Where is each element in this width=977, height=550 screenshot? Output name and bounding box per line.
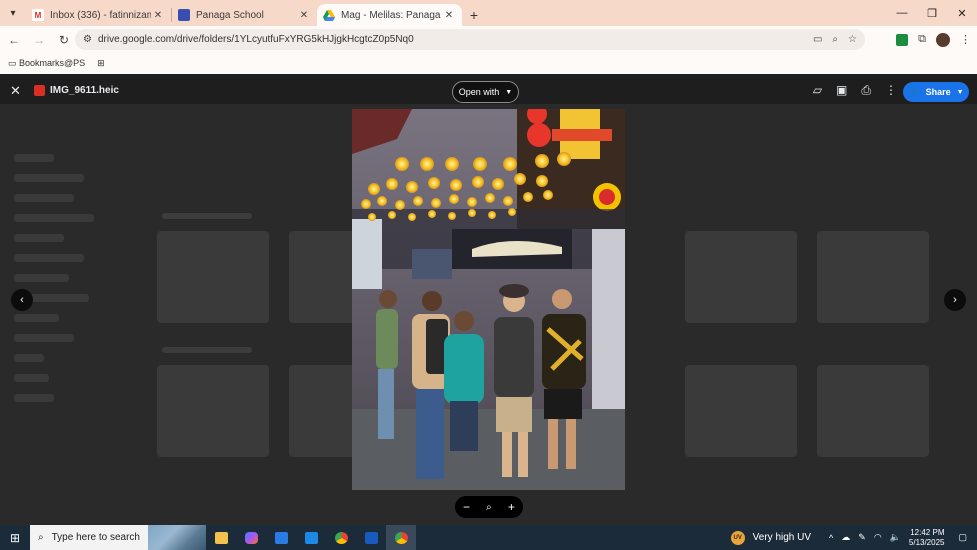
- close-tab-icon[interactable]: ✕: [151, 10, 165, 21]
- add-to-folder-icon[interactable]: ▱: [813, 83, 822, 98]
- more-actions-icon[interactable]: ⋮: [885, 83, 897, 98]
- tab-search-icon[interactable]: ▾: [0, 0, 26, 26]
- dimmed-thumbnail: [817, 365, 929, 457]
- file-name: IMG_9611.heic: [50, 85, 119, 96]
- show-hidden-icons-icon[interactable]: ^: [829, 533, 833, 543]
- bookmark-star-icon[interactable]: ☆: [848, 34, 857, 45]
- wifi-icon[interactable]: ◠: [874, 532, 882, 543]
- bookmark-label: Bookmarks@PS: [19, 58, 86, 68]
- tab-drive[interactable]: Mag - Melilas: Panaga Middle ✕: [317, 4, 462, 26]
- share-label: Share: [925, 87, 951, 97]
- dimmed-thumbnail: [685, 365, 797, 457]
- chevron-down-icon[interactable]: ▼: [957, 89, 964, 96]
- tab-panaga-school[interactable]: Panaga School ✕: [172, 4, 317, 26]
- weather-label[interactable]: Very high UV: [753, 532, 811, 543]
- url-text[interactable]: drive.google.com/drive/folders/1YLcyutfu…: [98, 34, 414, 45]
- back-icon[interactable]: ←: [3, 29, 25, 51]
- microsoft-store-icon[interactable]: [266, 525, 296, 550]
- more-menu-icon[interactable]: ⋮: [960, 33, 971, 46]
- zoom-controls: − ⌕ +: [455, 496, 523, 518]
- close-viewer-icon[interactable]: ✕: [10, 83, 21, 99]
- zoom-magnifier-icon[interactable]: ⌕: [486, 502, 492, 513]
- mail-icon[interactable]: [296, 525, 326, 550]
- onedrive-icon[interactable]: ☁: [841, 532, 850, 543]
- print-icon[interactable]: ⎙: [861, 83, 871, 98]
- dimmed-thumbnail: [685, 231, 797, 323]
- tab-strip: ▾ M Inbox (336) - fatinnizamuddin@ ✕ Pan…: [0, 0, 977, 26]
- window-controls: — ❐ ✕: [887, 0, 977, 26]
- search-placeholder: Type here to search: [51, 532, 140, 543]
- next-image-button[interactable]: ›: [944, 289, 966, 311]
- zoom-in-icon[interactable]: +: [508, 500, 515, 514]
- taskbar-search-input[interactable]: ⌕ Type here to search: [30, 525, 206, 550]
- site-info-icon[interactable]: ⚙: [83, 34, 92, 45]
- drive-icon: [323, 9, 335, 21]
- search-highlight-image: [148, 525, 206, 550]
- avatar[interactable]: F: [936, 32, 950, 47]
- clock[interactable]: 12:42 PM 5/13/2025: [909, 528, 945, 548]
- zoom-icon[interactable]: ⌕: [832, 34, 838, 45]
- extensions-puzzle-icon[interactable]: ⧉: [918, 33, 926, 46]
- viewer-toolbar: ▱ ▣ ⎙ ⋮: [813, 83, 897, 98]
- reload-icon[interactable]: ↻: [53, 29, 75, 51]
- volume-icon[interactable]: 🔈: [890, 532, 901, 543]
- close-window-icon[interactable]: ✕: [947, 0, 977, 26]
- dimmed-file-title: [162, 347, 252, 353]
- gmail-icon: M: [32, 9, 44, 21]
- previous-image-button[interactable]: ‹: [11, 289, 33, 311]
- dimmed-thumbnail: [817, 231, 929, 323]
- minimize-icon[interactable]: —: [887, 0, 917, 26]
- tab-gmail[interactable]: M Inbox (336) - fatinnizamuddin@ ✕: [26, 4, 171, 26]
- chevron-right-icon: ›: [953, 294, 957, 306]
- share-button[interactable]: 👤 Share ▼: [903, 82, 969, 102]
- open-with-button[interactable]: Open with ▼: [452, 81, 519, 103]
- forward-icon[interactable]: →: [28, 29, 50, 51]
- taskbar: ⊞ ⌕ Type here to search UV Very high UV …: [0, 525, 977, 550]
- site-icon: [178, 9, 190, 21]
- image-viewer: ✕ IMG_9611.heic Open with ▼ ▱ ▣ ⎙ ⋮ 👤 Sh…: [0, 74, 977, 525]
- chrome-icon[interactable]: [326, 525, 356, 550]
- clock-time: 12:42 PM: [910, 527, 945, 537]
- tab-title: Inbox (336) - fatinnizamuddin@: [50, 9, 151, 21]
- bookmarks-bar: ▭ Bookmarks@PS ⊞: [0, 53, 977, 74]
- bookmark-item[interactable]: ▭ Bookmarks@PS: [8, 58, 85, 69]
- new-tab-button[interactable]: +: [462, 4, 486, 26]
- file-explorer-icon[interactable]: [206, 525, 236, 550]
- notifications-icon[interactable]: ▢: [958, 532, 967, 543]
- extension-icon[interactable]: [896, 33, 909, 46]
- open-with-label: Open with: [458, 87, 500, 97]
- restore-icon[interactable]: ❐: [917, 0, 947, 26]
- dimmed-thumbnail: [157, 231, 269, 323]
- clock-date: 5/13/2025: [908, 537, 945, 547]
- image-file-icon: [34, 85, 45, 96]
- pen-icon[interactable]: ✎: [858, 532, 866, 543]
- chevron-left-icon: ‹: [20, 294, 24, 306]
- share-person-icon: 👤: [908, 86, 920, 97]
- browser-toolbar: ← → ↻ ⚙ drive.google.com/drive/folders/1…: [0, 26, 977, 53]
- comment-icon[interactable]: ▣: [836, 83, 847, 98]
- dimmed-thumbnail: [157, 365, 269, 457]
- system-tray: UV Very high UV ^ ☁ ✎ ◠ 🔈 12:42 PM 5/13/…: [730, 525, 977, 550]
- chrome-active-icon[interactable]: [386, 525, 416, 550]
- address-bar[interactable]: ⚙ drive.google.com/drive/folders/1YLcyut…: [75, 29, 865, 50]
- dimmed-file-title: [162, 213, 252, 219]
- chevron-down-icon: ▼: [505, 88, 513, 96]
- dimmed-sidebar: [14, 154, 124, 414]
- apps-grid-icon[interactable]: ⊞: [97, 58, 105, 69]
- zoom-out-icon[interactable]: −: [463, 500, 470, 514]
- weather-icon[interactable]: UV: [730, 530, 745, 545]
- tab-title: Mag - Melilas: Panaga Middle: [341, 9, 442, 21]
- word-icon[interactable]: [356, 525, 386, 550]
- search-icon: ⌕: [38, 532, 44, 543]
- cast-icon[interactable]: ▭: [813, 34, 822, 45]
- windows-start-icon[interactable]: ⊞: [0, 525, 30, 550]
- photo-night-market-group: [352, 109, 625, 490]
- preview-image: [352, 109, 625, 490]
- copilot-icon[interactable]: [236, 525, 266, 550]
- close-tab-icon[interactable]: ✕: [442, 10, 456, 21]
- close-tab-icon[interactable]: ✕: [297, 10, 311, 21]
- tab-title: Panaga School: [196, 9, 264, 21]
